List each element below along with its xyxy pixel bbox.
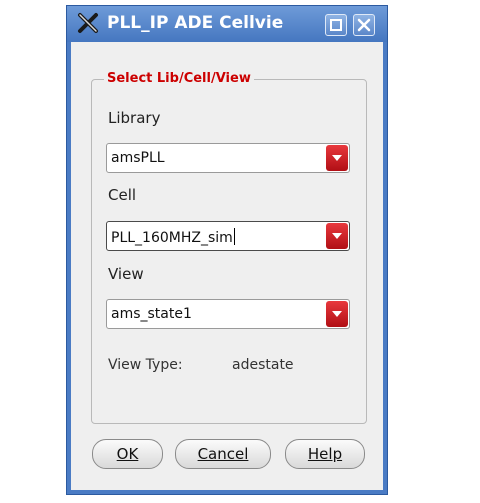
cell-value: PLL_160MHZ_sim xyxy=(111,230,233,246)
title-bar[interactable]: PLL_IP ADE Cellvie xyxy=(67,6,387,42)
cancel-button-label: Cancel xyxy=(197,445,249,463)
select-lib-cell-view-group: Select Lib/Cell/View Library amsPLL Cell… xyxy=(91,71,367,424)
close-button[interactable] xyxy=(353,14,375,36)
cell-dropdown-button[interactable] xyxy=(326,223,348,249)
view-type-value: adestate xyxy=(232,357,294,373)
window-title: PLL_IP ADE Cellvie xyxy=(107,13,284,33)
view-type-label: View Type: xyxy=(108,357,183,373)
cell-value-wrapper: PLL_160MHZ_sim xyxy=(111,228,235,246)
maximize-icon xyxy=(330,19,342,31)
ok-button-label: OK xyxy=(116,445,139,463)
cell-combo[interactable]: PLL_160MHZ_sim xyxy=(106,221,350,251)
cell-label: Cell xyxy=(108,186,137,204)
library-combo[interactable]: amsPLL xyxy=(106,143,350,173)
maximize-button[interactable] xyxy=(325,14,347,36)
cancel-button[interactable]: Cancel xyxy=(175,439,271,469)
ok-button[interactable]: OK xyxy=(92,439,163,469)
dialog-body: Select Lib/Cell/View Library amsPLL Cell… xyxy=(71,42,383,490)
library-value: amsPLL xyxy=(111,150,165,166)
chevron-down-icon xyxy=(332,311,342,317)
close-icon xyxy=(357,18,371,32)
library-dropdown-button[interactable] xyxy=(326,145,348,171)
view-label: View xyxy=(108,265,144,283)
text-cursor xyxy=(233,228,235,245)
help-button[interactable]: Help xyxy=(285,439,365,469)
help-button-label: Help xyxy=(307,445,343,463)
view-value: ams_state1 xyxy=(111,306,192,322)
chevron-down-icon xyxy=(332,155,342,161)
chevron-down-icon xyxy=(332,233,342,239)
view-combo[interactable]: ams_state1 xyxy=(106,299,350,329)
group-title: Select Lib/Cell/View xyxy=(104,71,254,86)
library-label: Library xyxy=(108,109,161,127)
view-dropdown-button[interactable] xyxy=(326,301,348,327)
cellview-dialog-window: PLL_IP ADE Cellvie Select Lib/Cell/View … xyxy=(66,5,388,495)
x-logo-icon xyxy=(77,12,99,34)
